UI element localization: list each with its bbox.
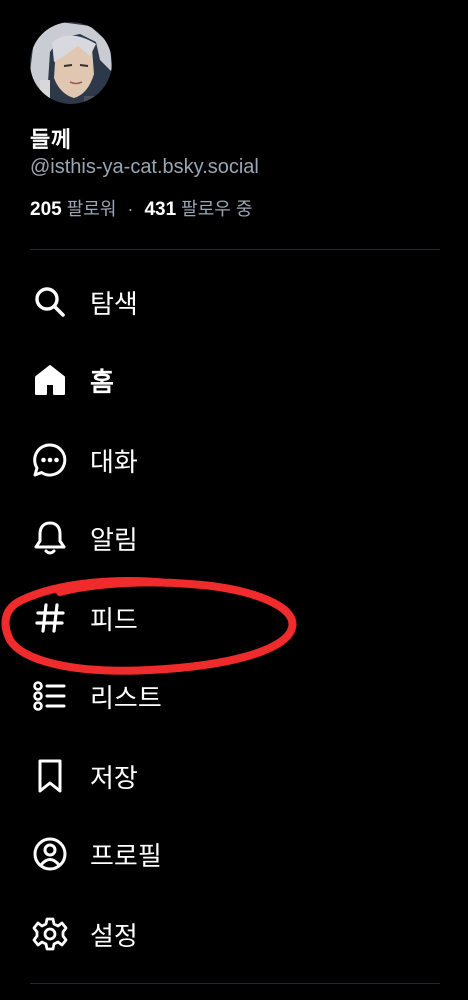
profile-header: 들께 @isthis-ya-cat.bsky.social 205 팔로워 · … bbox=[30, 22, 440, 221]
divider bbox=[30, 983, 440, 984]
bookmark-icon bbox=[28, 754, 72, 798]
nav-item-feeds[interactable]: 피드 bbox=[28, 590, 428, 646]
followers-count: 205 bbox=[30, 199, 62, 220]
nav-label: 홈 bbox=[90, 367, 114, 398]
profile-icon bbox=[28, 832, 72, 876]
nav-item-chat[interactable]: 대화 bbox=[28, 432, 428, 488]
profile-handle: @isthis-ya-cat.bsky.social bbox=[30, 156, 259, 178]
stats-separator: · bbox=[127, 199, 134, 219]
divider bbox=[30, 249, 440, 250]
nav-label: 탐색 bbox=[90, 289, 138, 320]
chat-icon bbox=[28, 438, 72, 482]
home-icon bbox=[28, 358, 72, 402]
list-icon bbox=[28, 674, 72, 718]
followers-label: 팔로워 bbox=[66, 199, 117, 219]
nav-label: 저장 bbox=[90, 763, 138, 794]
display-name: 들께 bbox=[30, 128, 72, 153]
followers-link[interactable]: 205 팔로워 bbox=[30, 199, 121, 220]
nav-label: 리스트 bbox=[90, 683, 162, 714]
nav-label: 피드 bbox=[90, 605, 138, 636]
nav-label: 설정 bbox=[90, 921, 138, 952]
gear-icon bbox=[28, 912, 72, 956]
nav-label: 대화 bbox=[90, 447, 138, 478]
nav-item-lists[interactable]: 리스트 bbox=[28, 668, 428, 724]
following-count: 431 bbox=[144, 199, 177, 220]
nav-item-search[interactable]: 탐색 bbox=[28, 274, 428, 330]
nav-item-settings[interactable]: 설정 bbox=[28, 906, 428, 962]
nav-item-saved[interactable]: 저장 bbox=[28, 748, 428, 804]
nav-item-home[interactable]: 홈 bbox=[28, 352, 428, 408]
search-icon bbox=[28, 280, 72, 324]
following-label: 팔로우 중 bbox=[181, 199, 253, 219]
nav-label: 알림 bbox=[90, 525, 138, 556]
nav-label: 프로필 bbox=[90, 841, 162, 872]
nav-item-profile[interactable]: 프로필 bbox=[28, 826, 428, 882]
avatar[interactable] bbox=[30, 22, 112, 104]
nav-item-notifications[interactable]: 알림 bbox=[28, 510, 428, 566]
hashtag-icon bbox=[28, 596, 72, 640]
bell-icon bbox=[28, 516, 72, 560]
follow-stats: 205 팔로워 · 431 팔로우 중 bbox=[30, 195, 440, 221]
following-link[interactable]: 431 팔로우 중 bbox=[139, 199, 253, 220]
